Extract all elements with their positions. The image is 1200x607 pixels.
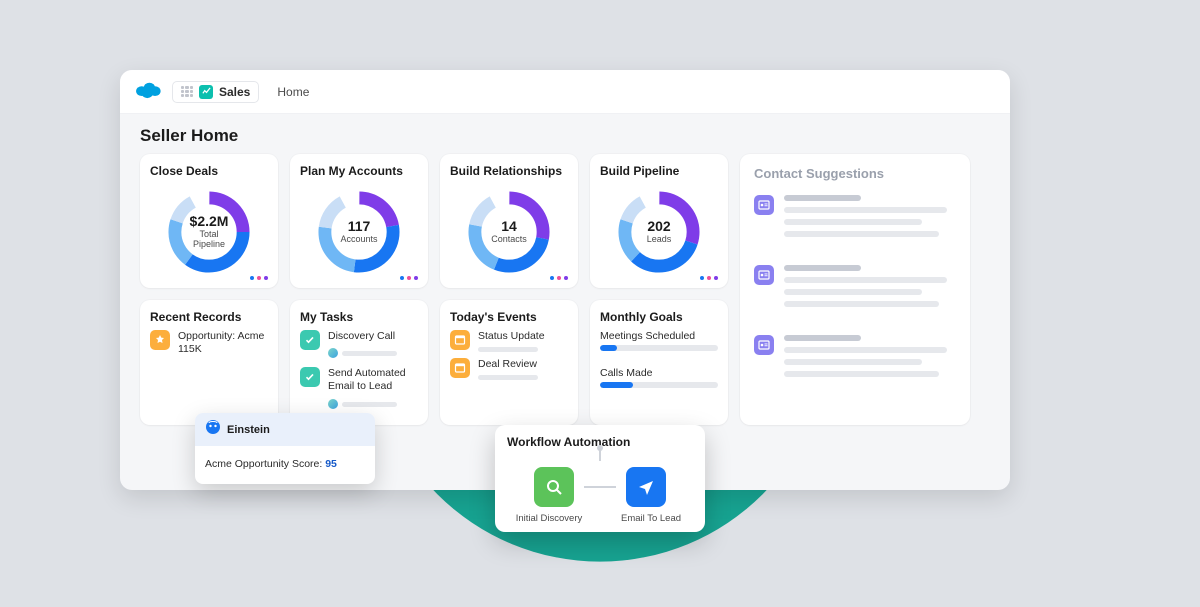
workflow-diagram (507, 457, 693, 507)
einstein-title: Einstein (227, 424, 270, 436)
donut-center: 14 Contacts (491, 219, 527, 244)
card-title: Build Pipeline (600, 164, 718, 178)
card-title: Plan My Accounts (300, 164, 418, 178)
task-item[interactable]: Send Automated Email to Lead (300, 367, 418, 411)
calendar-icon (450, 358, 470, 378)
einstein-body: Acme Opportunity Score: 95 (195, 446, 375, 484)
app-name: Sales (219, 85, 250, 99)
card-title: Close Deals (150, 164, 268, 178)
contact-card-icon (754, 195, 774, 215)
donut-center: 202 Leads (647, 219, 672, 244)
suggestion-skeleton (784, 335, 956, 383)
task-body: Send Automated Email to Lead (328, 367, 418, 411)
donut-chart: 202 Leads (600, 184, 718, 280)
workflow-connector-icon (584, 486, 616, 488)
goal-progress-bar (600, 345, 718, 351)
donut-center: 117 Accounts (340, 219, 377, 244)
workflow-step-send-icon[interactable] (626, 467, 666, 507)
skeleton-line (478, 347, 538, 352)
kpi-card-plan-accounts[interactable]: Plan My Accounts 117 Accounts (290, 154, 428, 288)
suggestion-skeleton (784, 195, 956, 243)
todays-events-card[interactable]: Today's Events Status Update Deal Review (440, 300, 578, 425)
suggestion-item[interactable] (754, 195, 956, 243)
card-title: Build Relationships (450, 164, 568, 178)
event-item[interactable]: Deal Review (450, 358, 568, 380)
event-body: Deal Review (478, 358, 568, 380)
suggestion-item[interactable] (754, 265, 956, 313)
card-title: Monthly Goals (600, 310, 718, 324)
skeleton-line (478, 375, 538, 380)
donut-chart: 117 Accounts (300, 184, 418, 280)
goal-progress-bar (600, 382, 718, 388)
goal-label: Meetings Scheduled (600, 330, 718, 342)
card-title: My Tasks (300, 310, 418, 324)
page-title: Seller Home (120, 114, 1010, 154)
avatar-icon (328, 348, 338, 358)
contact-suggestions-card[interactable]: Contact Suggestions (740, 154, 970, 425)
nav-home[interactable]: Home (269, 81, 317, 103)
record-label: Opportunity: Acme 115K (178, 330, 268, 356)
recent-records-card[interactable]: Recent Records Opportunity: Acme 115K (140, 300, 278, 425)
pager-dots (400, 276, 418, 280)
task-check-icon (300, 330, 320, 350)
avatar-icon (328, 399, 338, 409)
suggestion-item[interactable] (754, 335, 956, 383)
einstein-icon (205, 419, 221, 440)
workflow-automation-card[interactable]: Workflow Automation Initial Discovery Em… (495, 425, 705, 532)
workflow-connector-icon (599, 449, 601, 461)
sales-app-icon (199, 85, 213, 99)
recent-record-item[interactable]: Opportunity: Acme 115K (150, 330, 268, 356)
kpi-card-build-pipeline[interactable]: Build Pipeline 202 Leads (590, 154, 728, 288)
donut-center: $2.2M Total Pipeline (190, 214, 229, 249)
contact-card-icon (754, 335, 774, 355)
kpi-card-close-deals[interactable]: Close Deals $2.2M Total Pipeline (140, 154, 278, 288)
workflow-step-label: Email To Lead (611, 513, 691, 524)
pager-dots (700, 276, 718, 280)
card-title: Today's Events (450, 310, 568, 324)
workflow-step-label: Initial Discovery (509, 513, 589, 524)
einstein-score: 95 (325, 458, 337, 470)
opportunity-icon (150, 330, 170, 350)
salesforce-logo-icon (134, 79, 162, 104)
einstein-header: Einstein (195, 413, 375, 446)
app-switcher[interactable]: Sales (172, 81, 259, 103)
kpi-card-build-relationships[interactable]: Build Relationships 14 Contacts (440, 154, 578, 288)
goal-label: Calls Made (600, 367, 718, 379)
skeleton-line (342, 351, 397, 356)
event-body: Status Update (478, 330, 568, 352)
workflow-labels: Initial Discovery Email To Lead (507, 513, 693, 524)
donut-chart: 14 Contacts (450, 184, 568, 280)
app-launcher-icon (181, 86, 193, 98)
pager-dots (250, 276, 268, 280)
card-title: Contact Suggestions (754, 166, 956, 181)
workflow-step-search-icon[interactable] (534, 467, 574, 507)
pager-dots (550, 276, 568, 280)
monthly-goals-card[interactable]: Monthly Goals Meetings Scheduled Calls M… (590, 300, 728, 425)
task-item[interactable]: Discovery Call (300, 330, 418, 361)
event-item[interactable]: Status Update (450, 330, 568, 352)
einstein-card[interactable]: Einstein Acme Opportunity Score: 95 (195, 413, 375, 484)
my-tasks-card[interactable]: My Tasks Discovery Call Send Automated E… (290, 300, 428, 425)
task-body: Discovery Call (328, 330, 418, 361)
donut-chart: $2.2M Total Pipeline (150, 184, 268, 280)
topbar: Sales Home (120, 70, 1010, 114)
skeleton-line (342, 402, 397, 407)
suggestion-skeleton (784, 265, 956, 313)
card-title: Recent Records (150, 310, 268, 324)
calendar-icon (450, 330, 470, 350)
task-check-icon (300, 367, 320, 387)
contact-card-icon (754, 265, 774, 285)
dashboard-grid: Close Deals $2.2M Total Pipeline Plan My… (120, 154, 1010, 445)
